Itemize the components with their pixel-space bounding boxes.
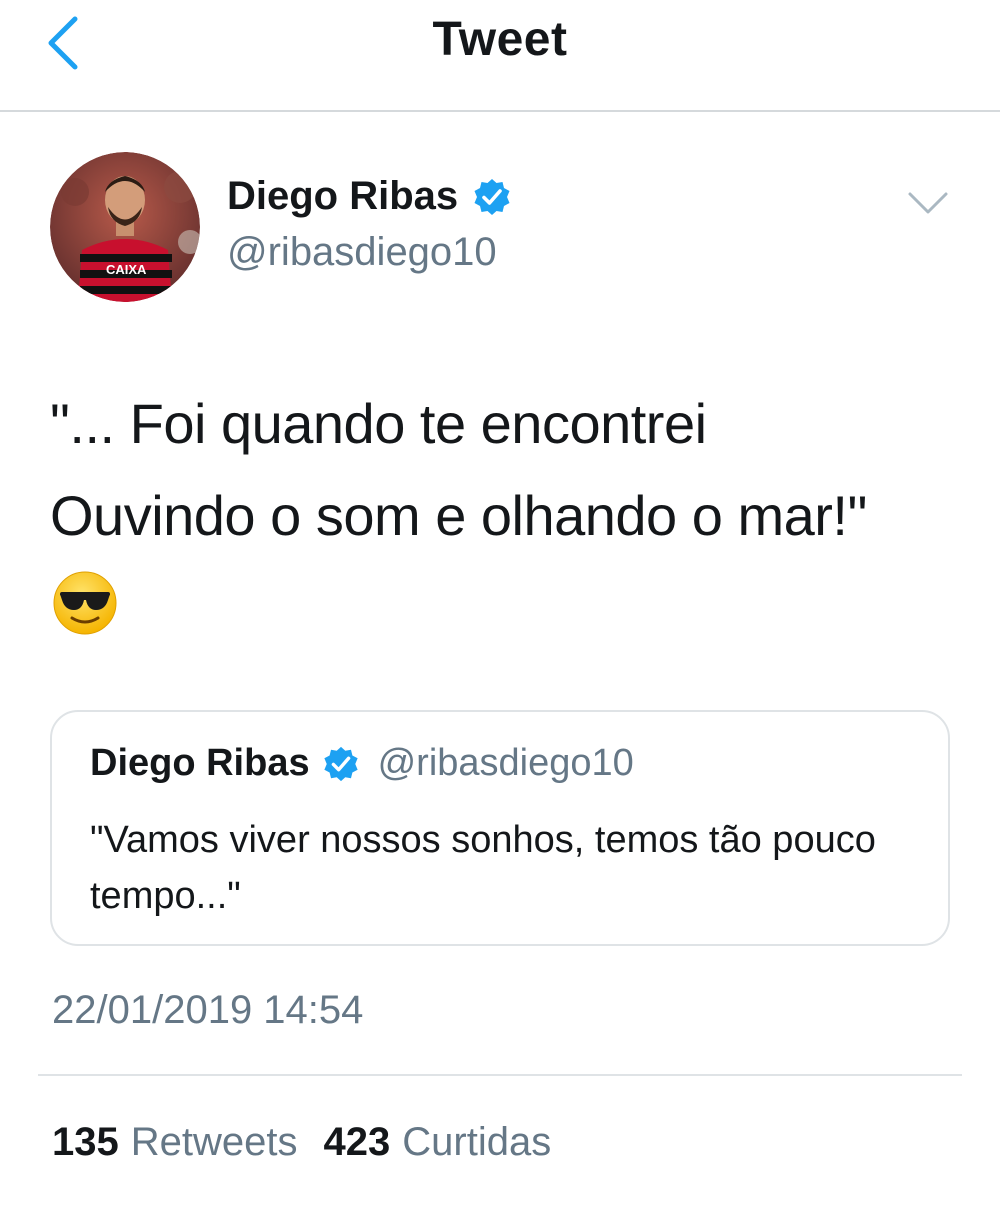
quoted-author-name: Diego Ribas (90, 742, 310, 784)
top-nav-bar: Tweet (0, 0, 1000, 112)
author-name-row[interactable]: Diego Ribas (227, 174, 512, 219)
chevron-down-icon[interactable] (906, 188, 950, 218)
quoted-tweet-card[interactable]: Diego Ribas @ribasdiego10 "Vamos viver n… (50, 710, 950, 946)
tweet-author: CAIXA Diego Ribas @ribasdiego10 (50, 152, 950, 302)
verified-badge-icon (474, 178, 510, 215)
tweet-text-line: "... Foi quando te encontrei (50, 392, 707, 455)
retweets-count: 135 (52, 1120, 119, 1164)
tweet-timestamp: 22/01/2019 14:54 (52, 988, 364, 1032)
avatar[interactable]: CAIXA (50, 152, 200, 302)
tweet-text: "... Foi quando te encontrei Ouvindo o s… (50, 378, 970, 562)
quoted-tweet-header: Diego Ribas @ribasdiego10 (90, 742, 634, 785)
avatar-image: CAIXA (50, 152, 200, 302)
retweets-label: Retweets (130, 1120, 298, 1164)
quoted-tweet-text: "Vamos viver nossos sonhos, temos tão po… (90, 819, 876, 917)
divider (38, 1074, 962, 1076)
likes-stat[interactable]: 423 Curtidas (324, 1120, 552, 1165)
likes-count: 423 (323, 1120, 391, 1164)
sunglasses-emoji-icon (53, 571, 117, 635)
engagement-stats: 135 Retweets 423 Curtidas (52, 1120, 577, 1165)
quoted-author-handle: @ribasdiego10 (377, 742, 634, 784)
tweet-text-line: Ouvindo o som e olhando o mar!" (50, 484, 867, 547)
retweets-stat[interactable]: 135 Retweets (52, 1120, 298, 1165)
verified-badge-icon (323, 746, 358, 781)
jersey-sponsor-text: CAIXA (106, 262, 147, 277)
author-handle[interactable]: @ribasdiego10 (227, 230, 497, 275)
likes-label: Curtidas (402, 1120, 552, 1164)
page-title: Tweet (432, 13, 568, 66)
author-name: Diego Ribas (227, 174, 459, 218)
